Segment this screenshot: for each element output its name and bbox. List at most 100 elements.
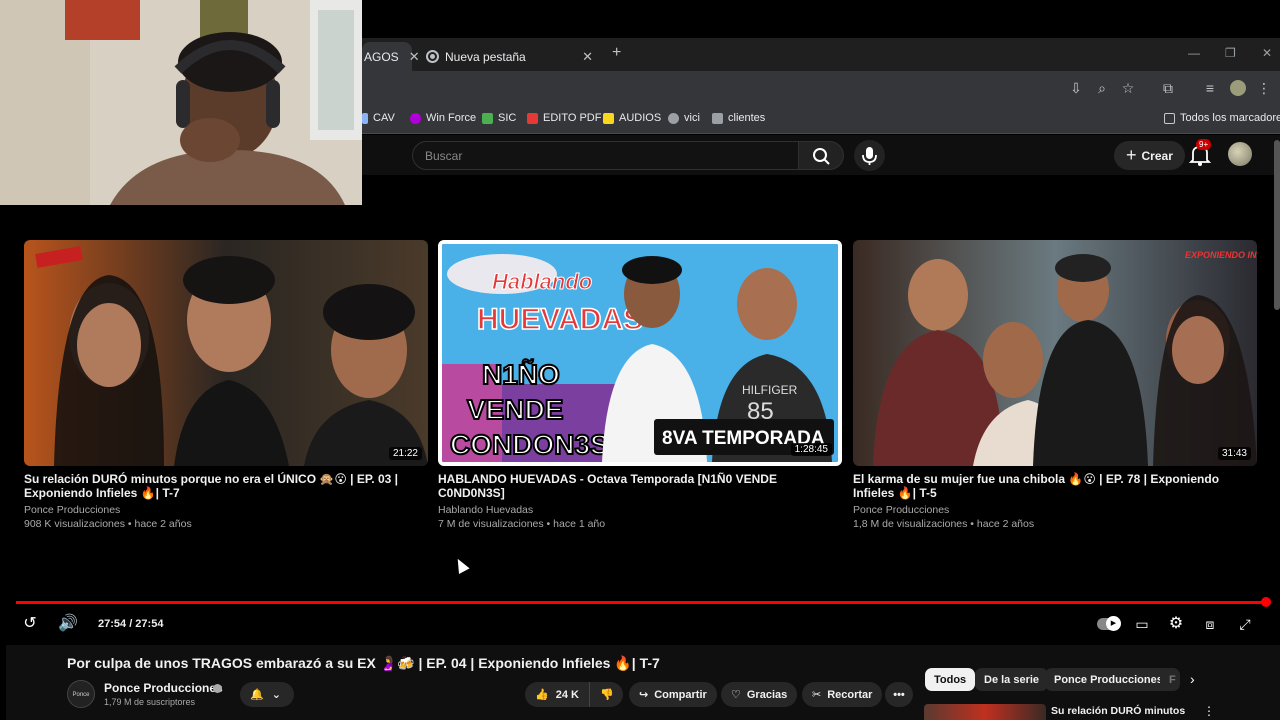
scissors-icon: ✂ <box>812 689 822 701</box>
thumb-brand-text: Hablando <box>492 269 592 294</box>
install-app-icon[interactable]: ⇩ <box>1068 80 1084 96</box>
menu-kebab-icon[interactable]: ⋮ <box>1256 80 1272 96</box>
bookmark-label: EDITO PDF <box>543 112 602 124</box>
fullscreen-icon[interactable]: ⤢ <box>1235 614 1255 634</box>
create-button[interactable]: + Crear <box>1114 141 1185 170</box>
recommendation-title[interactable]: Su relación DURÓ minutos <box>1051 705 1185 717</box>
video-title[interactable]: HABLANDO HUEVADAS - Octava Temporada [N1… <box>438 472 842 500</box>
video-channel[interactable]: Ponce Producciones <box>24 504 428 516</box>
video-title[interactable]: El karma de su mujer fue una chibola 🔥😮 … <box>853 472 1257 500</box>
time-display: 27:54 / 27:54 <box>98 618 164 630</box>
bookmark-win-force[interactable]: Win Force <box>410 112 476 124</box>
thumbs-down-icon: 👎 <box>600 689 614 701</box>
bookmark-label: CAV <box>373 112 395 124</box>
share-button[interactable]: ↪ Compartir <box>629 682 717 707</box>
bookmark-star-icon[interactable]: ☆ <box>1120 80 1136 96</box>
search-button[interactable] <box>798 141 844 170</box>
video-duration: 21:22 <box>388 447 422 460</box>
current-video-title: Por culpa de unos TRAGOS embarazó a su E… <box>67 655 660 671</box>
bookmarks-bar: CAV Win Force SIC EDITO PDF AUDIOS vici … <box>362 106 1280 134</box>
bookmark-label: SIC <box>498 112 517 124</box>
new-tab-button[interactable]: + <box>612 44 621 62</box>
minimize-icon[interactable]: — <box>1188 46 1200 60</box>
voice-search-button[interactable] <box>854 140 885 171</box>
progress-bar[interactable] <box>16 601 1266 604</box>
tab-close-icon[interactable]: ✕ <box>582 49 593 65</box>
share-label: Compartir <box>654 688 707 701</box>
clip-button[interactable]: ✂ Recortar <box>802 682 883 707</box>
volume-icon[interactable]: 🔊 <box>58 614 78 634</box>
channel-name[interactable]: Ponce Producciones <box>104 681 223 695</box>
video-thumbnail[interactable]: EXPONIENDO INFIELES 31:43 <box>853 240 1257 466</box>
video-title[interactable]: Su relación DURÓ minutos porque no era e… <box>24 472 428 500</box>
channel-avatar[interactable]: Ponce <box>67 680 95 708</box>
chevron-right-icon[interactable]: › <box>1190 671 1195 687</box>
more-actions-button[interactable]: ••• <box>885 682 913 707</box>
thumb-shirt-text: HILFIGER <box>742 383 798 397</box>
tab-close-icon[interactable]: ✕ <box>409 49 420 65</box>
bookmark-icon <box>603 112 614 124</box>
zoom-icon[interactable]: ⌕ <box>1094 80 1110 96</box>
subscribe-bell-button[interactable]: 🔔 ⌄ <box>240 682 294 707</box>
chip-partial[interactable]: F <box>1160 668 1180 691</box>
kebab-menu-icon[interactable]: ⋮ <box>1203 704 1215 718</box>
media-controls-icon[interactable]: ≡ <box>1202 80 1218 96</box>
dislike-button[interactable]: 👎 <box>589 682 623 707</box>
thanks-button[interactable]: ♡ Gracias <box>721 682 798 707</box>
share-icon: ↪ <box>639 689 649 701</box>
bookmark-audios[interactable]: AUDIOS <box>603 112 661 124</box>
extensions-icon[interactable]: ⧉ <box>1160 80 1176 96</box>
window-close-icon[interactable]: ✕ <box>1262 46 1272 60</box>
miniplayer-icon[interactable]: ⧈ <box>1200 614 1220 634</box>
verified-icon <box>213 684 222 693</box>
bookmark-label: AUDIOS <box>619 112 662 124</box>
video-duration: 31:43 <box>1217 447 1251 460</box>
video-channel[interactable]: Ponce Producciones <box>853 504 1257 516</box>
search-icon <box>813 148 830 165</box>
bookmark-edito-pdf[interactable]: EDITO PDF <box>527 112 601 124</box>
recommendation-thumbnail[interactable] <box>924 704 1046 720</box>
video-meta: 7 M de visualizaciones • hace 1 año <box>438 518 606 530</box>
autoplay-toggle[interactable] <box>1097 616 1121 631</box>
video-meta: 908 K visualizaciones • hace 2 años <box>24 518 192 530</box>
video-thumbnail[interactable]: 21:22 <box>24 240 428 466</box>
webcam-overlay <box>0 0 362 205</box>
browser-tab-new[interactable]: Nueva pestaña ✕ <box>426 42 601 71</box>
video-card[interactable]: 21:22 Su relación DURÓ minutos porque no… <box>24 240 428 530</box>
user-avatar[interactable] <box>1228 142 1252 166</box>
bookmark-cav[interactable]: CAV <box>362 112 395 124</box>
bookmark-vici[interactable]: vici <box>668 112 700 124</box>
search-input[interactable]: Buscar <box>412 141 800 170</box>
chip-channel[interactable]: Ponce Producciones <box>1045 668 1172 691</box>
page-scrollbar[interactable] <box>1274 140 1280 310</box>
replay-icon[interactable]: ↺ <box>20 614 40 634</box>
like-button[interactable]: 👍 24 K <box>525 682 589 707</box>
chrome-icon <box>426 50 439 63</box>
subtitles-icon[interactable]: ▭ <box>1132 614 1152 634</box>
progress-scrubber[interactable] <box>1261 597 1271 607</box>
bookmark-label: clientes <box>728 112 766 124</box>
thumb-brand-text: HUEVADAS <box>477 303 643 336</box>
youtube-header: Buscar + Crear 9+ <box>362 135 1280 175</box>
chip-series[interactable]: De la serie <box>975 668 1049 691</box>
bookmark-icon <box>362 112 368 124</box>
chevron-down-icon: ⌄ <box>271 689 281 701</box>
all-bookmarks-label: Todos los marcadores <box>1180 112 1280 124</box>
video-channel[interactable]: Hablando Huevadas <box>438 504 842 516</box>
video-card[interactable]: Hablando HUEVADAS N1ÑO VENDE CONDON3S HI… <box>438 240 842 530</box>
notification-count-badge: 9+ <box>1196 139 1212 150</box>
video-card[interactable]: EXPONIENDO INFIELES 31:43 El karma de su… <box>853 240 1257 530</box>
bookmark-sic[interactable]: SIC <box>482 112 516 124</box>
tab-label: Nueva pestaña <box>445 49 526 64</box>
video-thumbnail[interactable]: Hablando HUEVADAS N1ÑO VENDE CONDON3S HI… <box>438 240 842 466</box>
chip-all[interactable]: Todos <box>925 668 976 691</box>
like-count: 24 K <box>555 688 579 701</box>
bookmark-clientes[interactable]: clientes <box>712 112 765 124</box>
subscriber-count: 1,79 M de suscriptores <box>104 697 196 707</box>
settings-gear-icon[interactable]: ⚙ <box>1166 614 1186 634</box>
thumb-logo: EXPONIENDO INFIELES <box>1185 250 1257 260</box>
all-bookmarks[interactable]: Todos los marcadores <box>1164 112 1280 124</box>
browser-tab-active[interactable]: AGOS ✕ <box>362 42 420 71</box>
restore-icon[interactable]: ❐ <box>1225 46 1236 60</box>
profile-avatar-icon[interactable] <box>1230 80 1246 96</box>
